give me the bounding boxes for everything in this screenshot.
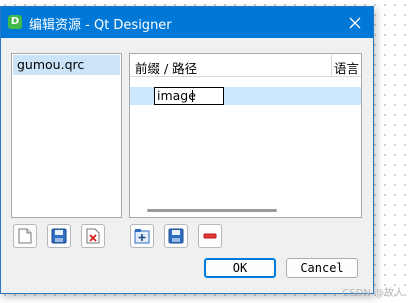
column-header-prefix-path[interactable]: 前缀 / 路径 [135,58,197,77]
watermark: CSDN @故人 [342,288,404,299]
edit-resources-dialog: D 编辑资源 - Qt Designer gumou.qrc 前缀 / 路径 语… [0,6,374,294]
window-title: 编辑资源 - Qt Designer [29,18,172,33]
new-resource-file-button[interactable] [13,224,37,248]
remove-icon [203,233,217,239]
new-file-icon [18,228,32,244]
qt-designer-app-icon: D [8,15,22,29]
resource-tree[interactable]: 前缀 / 路径 语言 image [129,53,362,218]
add-files-icon [168,228,184,244]
tree-row-prefix[interactable]: image [130,87,361,105]
close-icon [349,17,361,28]
add-prefix-button[interactable] [130,224,154,248]
list-item-gumou-qrc[interactable]: gumou.qrc [13,55,120,75]
column-header-language[interactable]: 语言 [334,58,359,77]
prefix-edit-field[interactable]: image [154,87,224,105]
remove-file-icon [86,228,100,244]
text-caret [192,90,193,102]
remove-resource-file-button[interactable] [81,224,105,248]
close-button[interactable] [337,7,373,38]
open-resource-file-button[interactable] [47,224,71,248]
remove-entry-button[interactable] [198,224,222,248]
tree-header: 前缀 / 路径 语言 [130,54,361,77]
title-bar: D 编辑资源 - Qt Designer [1,7,373,38]
add-files-button[interactable] [164,224,188,248]
open-file-icon [51,228,67,244]
column-separator[interactable] [331,54,332,76]
horizontal-scrollbar[interactable] [147,209,277,212]
cancel-button[interactable]: Cancel [286,258,358,278]
ok-button[interactable]: OK [204,258,276,278]
resource-file-list[interactable]: gumou.qrc [11,53,122,218]
prefix-edit-value: image [157,88,196,103]
add-prefix-icon [134,229,150,244]
